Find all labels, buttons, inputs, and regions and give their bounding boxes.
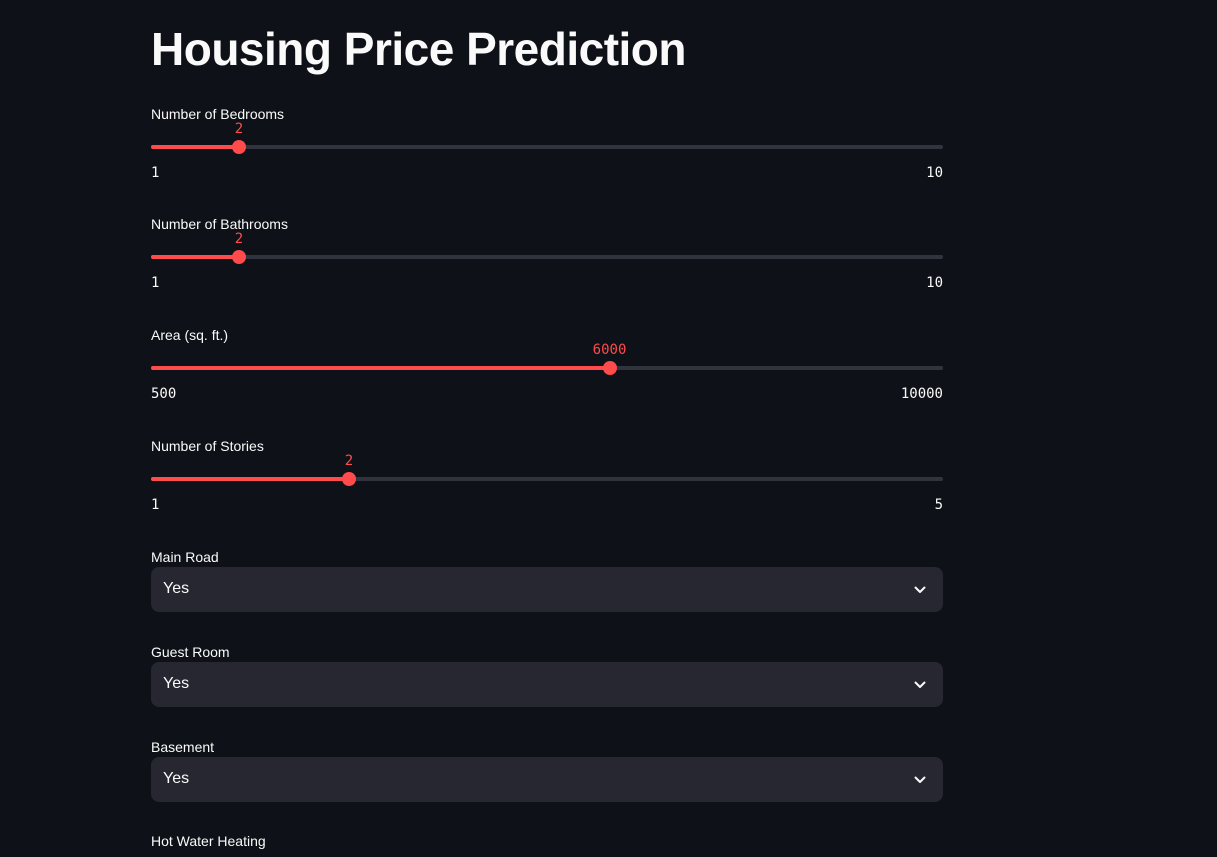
- bedrooms-slider-value: 2: [234, 121, 244, 137]
- bedrooms-slider-fill: [151, 145, 239, 149]
- bathrooms-slider-min: 1: [151, 275, 160, 291]
- guest-room-select: Guest Room Yes: [151, 644, 943, 724]
- area-slider-value: 6000: [592, 342, 627, 358]
- stories-slider-value: 2: [344, 453, 354, 469]
- area-slider-thumb[interactable]: [602, 361, 617, 375]
- stories-slider-track[interactable]: [151, 477, 943, 481]
- bedrooms-slider-min: 1: [151, 165, 160, 181]
- bedrooms-slider-max: 10: [926, 165, 943, 181]
- guest-room-select-label: Guest Room: [151, 644, 230, 660]
- page-title: Housing Price Prediction: [151, 23, 687, 75]
- main-road-dropdown[interactable]: Yes: [151, 567, 943, 612]
- bathrooms-slider-thumb[interactable]: [232, 250, 246, 264]
- basement-selected-value: Yes: [163, 770, 190, 787]
- basement-select: Basement Yes: [151, 739, 943, 819]
- bedrooms-slider-label: Number of Bedrooms: [151, 106, 285, 122]
- hot-water-heating-select: Hot Water Heating: [151, 833, 943, 857]
- basement-dropdown[interactable]: Yes: [151, 757, 943, 802]
- bathrooms-slider-value: 2: [234, 231, 244, 247]
- bathrooms-slider: Number of Bathrooms 2 1 10: [151, 216, 943, 306]
- main-road-selected-value: Yes: [163, 580, 190, 597]
- area-slider: Area (sq. ft.) 6000 500 10000: [151, 327, 943, 417]
- chevron-down-icon: [914, 776, 926, 783]
- bathrooms-slider-label: Number of Bathrooms: [151, 216, 288, 232]
- bedrooms-slider-track[interactable]: [151, 145, 943, 149]
- area-slider-label: Area (sq. ft.): [151, 327, 229, 343]
- stories-slider-thumb[interactable]: [342, 472, 356, 486]
- bedrooms-slider: Number of Bedrooms 2 1 10: [151, 106, 943, 196]
- chevron-down-icon: [914, 681, 926, 688]
- guest-room-dropdown[interactable]: Yes: [151, 662, 943, 707]
- chevron-down-icon: [914, 586, 926, 593]
- main-road-select-label: Main Road: [151, 549, 219, 565]
- bedrooms-slider-thumb[interactable]: [232, 140, 246, 154]
- stories-slider-min: 1: [151, 497, 160, 513]
- bathrooms-slider-fill: [151, 255, 239, 259]
- basement-select-label: Basement: [151, 739, 215, 755]
- stories-slider-max: 5: [934, 497, 943, 513]
- main-road-select: Main Road Yes: [151, 549, 943, 629]
- stories-slider: Number of Stories 2 1 5: [151, 438, 943, 528]
- bathrooms-slider-max: 10: [926, 275, 943, 291]
- guest-room-selected-value: Yes: [163, 675, 190, 692]
- hot-water-heating-select-label: Hot Water Heating: [151, 833, 266, 849]
- area-slider-track[interactable]: [151, 366, 943, 370]
- area-slider-max: 10000: [900, 386, 943, 402]
- stories-slider-label: Number of Stories: [151, 438, 264, 454]
- area-slider-min: 500: [151, 386, 177, 402]
- area-slider-fill: [151, 366, 610, 370]
- stories-slider-fill: [151, 477, 349, 481]
- bathrooms-slider-track[interactable]: [151, 255, 943, 259]
